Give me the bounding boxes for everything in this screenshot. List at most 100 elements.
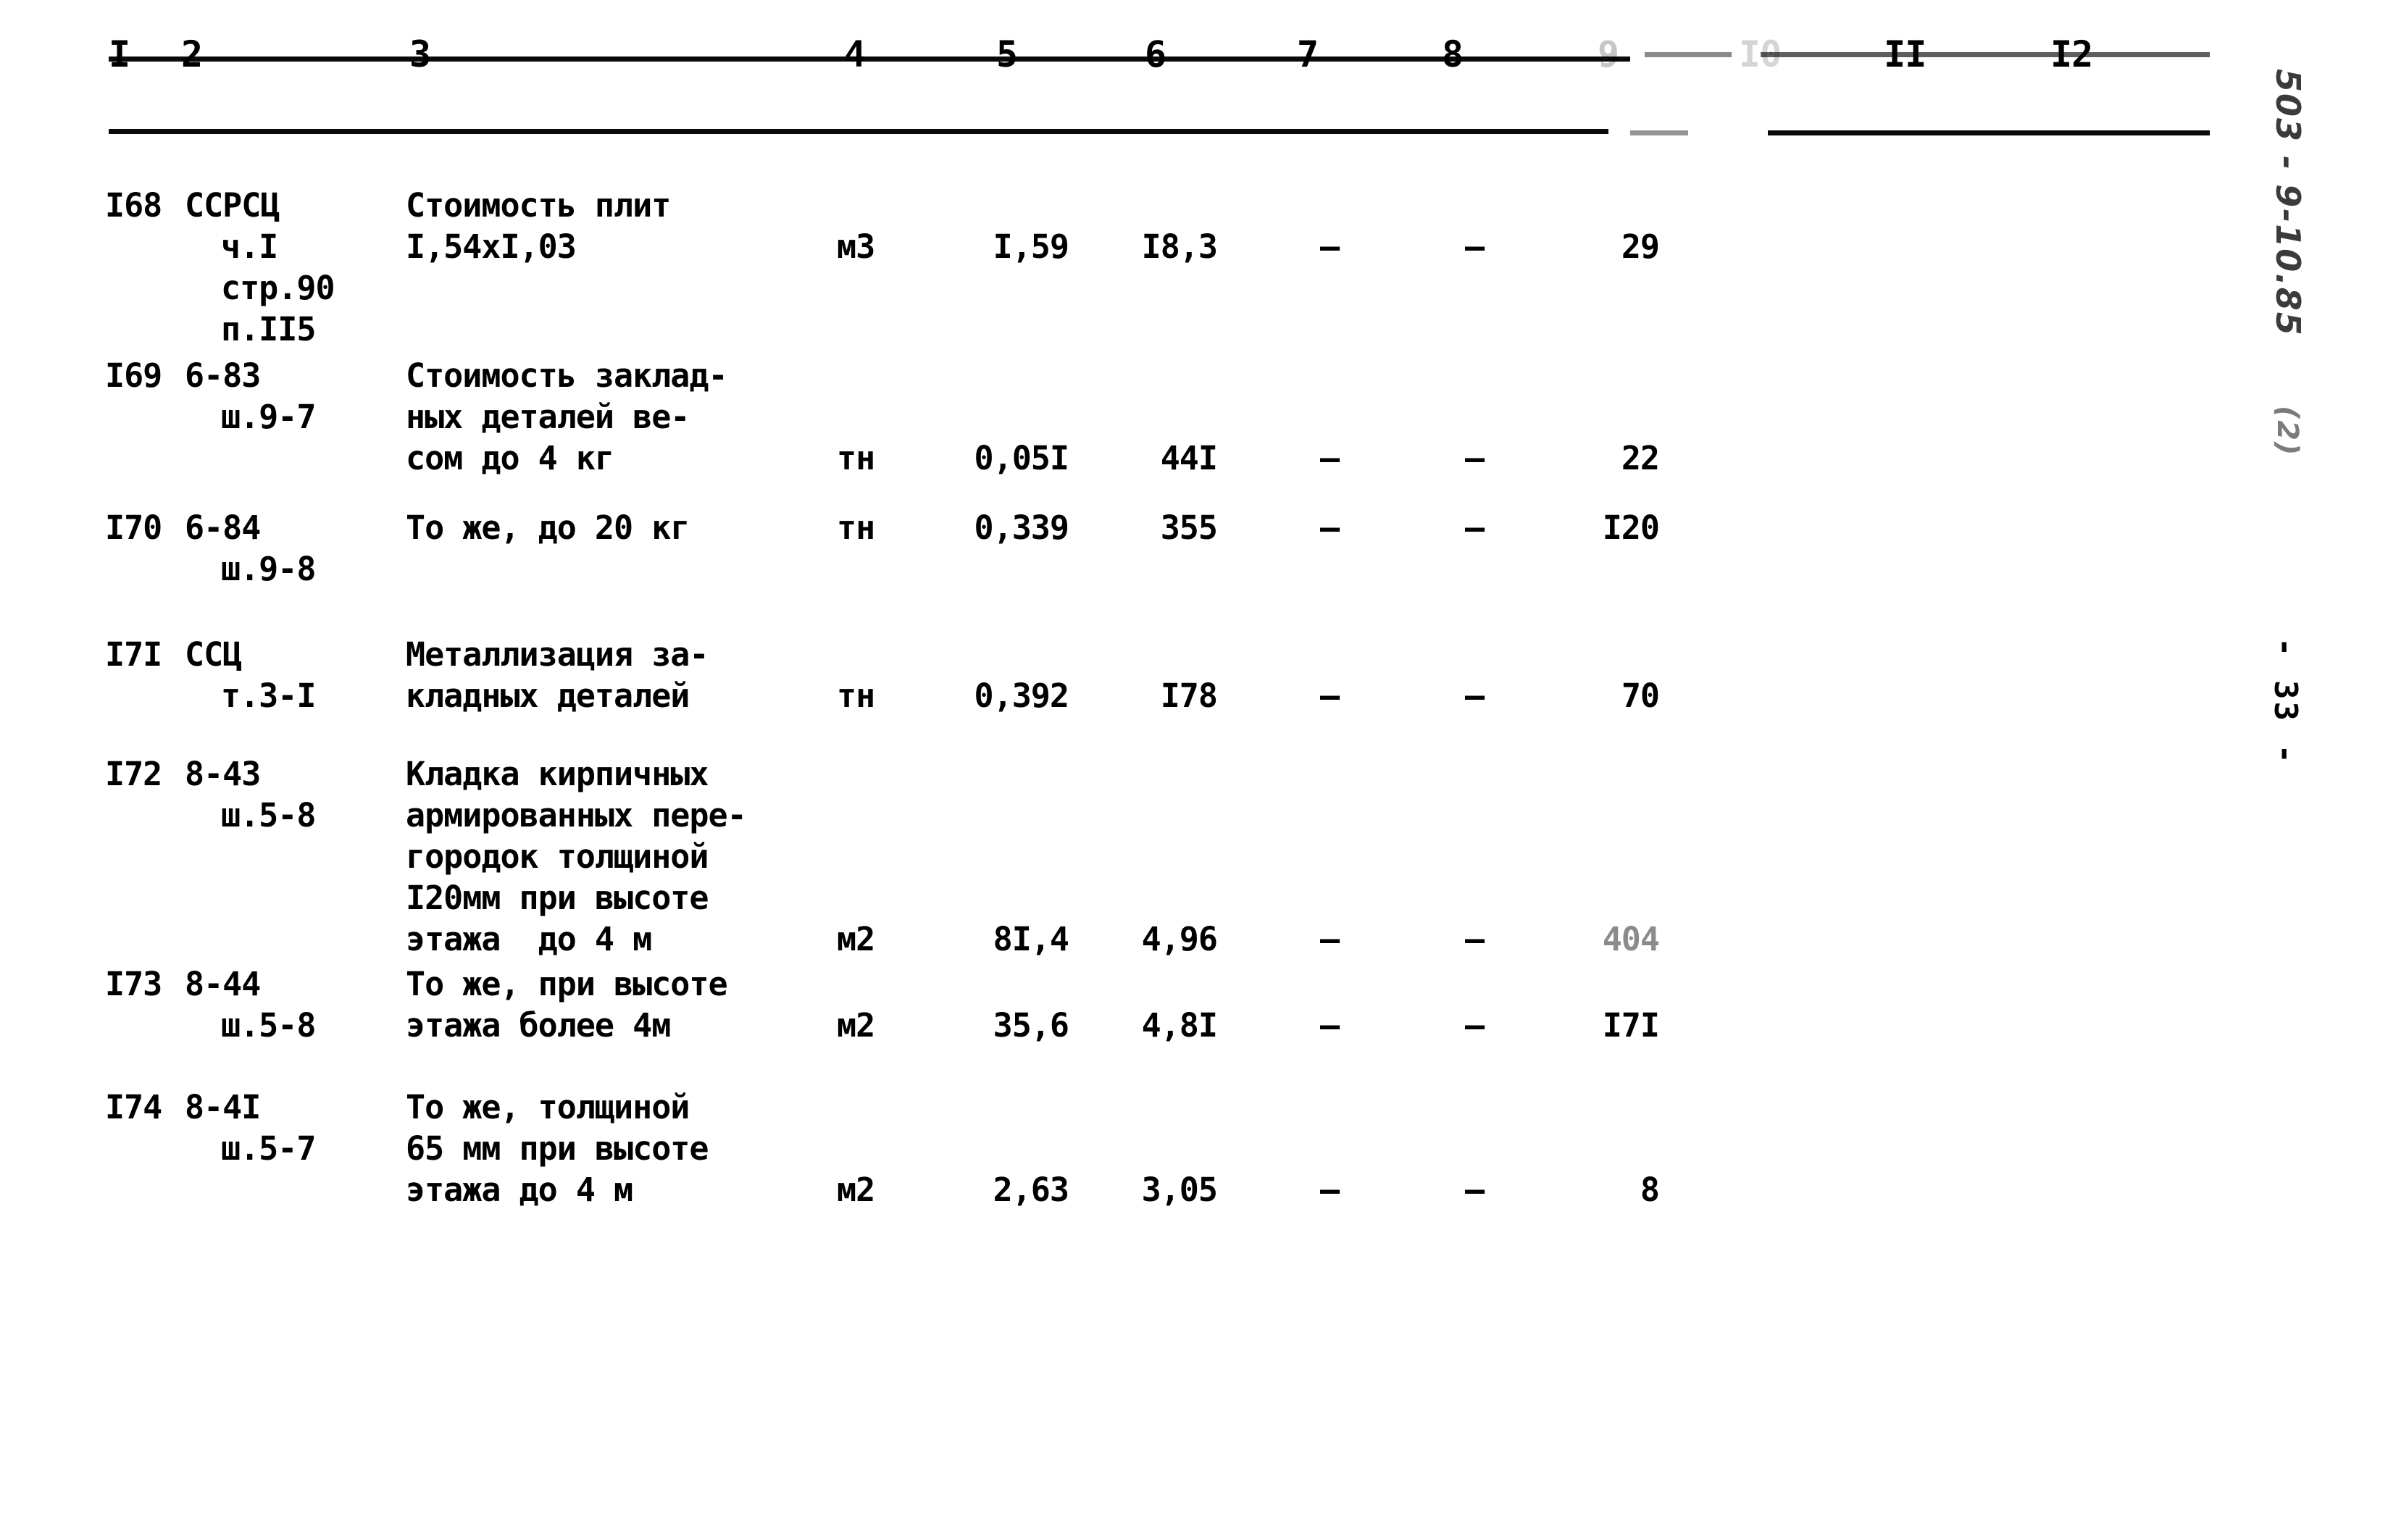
column-header-8: 8 xyxy=(1442,33,1464,75)
row-value-col6: 355 xyxy=(1160,509,1218,547)
row-unit: м2 xyxy=(837,920,875,958)
row-value-col7: – xyxy=(1319,227,1340,266)
row-code-line: 8-43 xyxy=(185,755,261,793)
header-rule-top-continued xyxy=(1761,52,2210,57)
row-description-line: городок толщиной xyxy=(406,837,709,876)
column-header-2: 2 xyxy=(181,33,203,75)
row-item-number: I7I xyxy=(105,635,162,674)
row-value-col9: I7I xyxy=(1602,1006,1660,1045)
row-value-col6: 4,96 xyxy=(1141,920,1218,958)
row-value-col7: – xyxy=(1319,509,1340,547)
row-unit: тн xyxy=(837,677,875,715)
header-rule-top xyxy=(109,57,1630,62)
row-code-line: ш.5-8 xyxy=(221,796,316,834)
row-value-col5: 35,6 xyxy=(993,1006,1069,1045)
row-value-col8: – xyxy=(1464,227,1485,266)
column-header-II: II xyxy=(1884,33,1927,75)
row-item-number: I69 xyxy=(105,356,162,395)
column-header-I2: I2 xyxy=(2050,33,2093,75)
row-code-line: ш.9-7 xyxy=(221,398,316,436)
row-code-line: 6-83 xyxy=(185,356,261,395)
row-value-col7: – xyxy=(1319,1006,1340,1045)
row-value-col5: 8I,4 xyxy=(993,920,1069,958)
row-value-col9: 22 xyxy=(1621,439,1660,477)
row-code-line: ш.5-8 xyxy=(221,1006,316,1045)
row-value-col5: 0,392 xyxy=(974,677,1069,715)
row-code-line: ш.9-8 xyxy=(221,550,316,588)
row-description-line: этажа до 4 м xyxy=(406,1171,633,1209)
row-description-line: I,54хI,03 xyxy=(406,227,577,266)
row-value-col9: 8 xyxy=(1640,1171,1660,1209)
row-description-line: I20мм при высоте xyxy=(406,879,709,917)
row-value-col8: – xyxy=(1464,1171,1485,1209)
margin-document-code-suffix: (2) xyxy=(2271,406,2304,457)
row-value-col9: 404 xyxy=(1602,920,1660,958)
row-value-col6: I8,3 xyxy=(1141,227,1218,266)
row-value-col8: – xyxy=(1464,1006,1485,1045)
row-code-line: 6-84 xyxy=(185,509,261,547)
row-code-line: ССЦ xyxy=(185,635,242,674)
row-value-col5: 0,339 xyxy=(974,509,1069,547)
row-item-number: I72 xyxy=(105,755,162,793)
header-rule-bottom xyxy=(109,129,1608,134)
row-description-line: сом до 4 кг xyxy=(406,439,614,477)
row-value-col7: – xyxy=(1319,1171,1340,1209)
row-description-line: 65 мм при высоте xyxy=(406,1129,709,1168)
row-description-line: Стоимость плит xyxy=(406,186,671,225)
row-code-line: ССРСЦ xyxy=(185,186,280,225)
row-code-line: ч.I xyxy=(221,227,278,266)
row-code-line: п.II5 xyxy=(221,310,316,348)
row-description-line: То же, толщиной xyxy=(406,1088,690,1126)
row-value-col5: 2,63 xyxy=(993,1171,1069,1209)
row-value-col8: – xyxy=(1464,439,1485,477)
row-value-col7: – xyxy=(1319,920,1340,958)
row-description-line: То же, при высоте xyxy=(406,965,728,1003)
column-header-6: 6 xyxy=(1145,33,1166,75)
margin-page-number: - 33 - xyxy=(2267,637,2304,766)
row-value-col9: 70 xyxy=(1621,677,1660,715)
header-rule-bottom-continued xyxy=(1768,130,2210,135)
row-description-line: кладных деталей xyxy=(406,677,690,715)
margin-document-code: 503 - 9-10.85 xyxy=(2268,69,2308,337)
row-code-line: стр.90 xyxy=(221,269,335,307)
document-page: I 2 3 4 5 6 7 8 9 I0 II I2 I68 ССРСЦ ч.I стр.90 п.II5 Ст… xyxy=(0,0,2396,1540)
row-value-col5: 0,05I xyxy=(974,439,1069,477)
row-unit: тн xyxy=(837,439,875,477)
row-value-col9: 29 xyxy=(1621,227,1660,266)
column-header-I0: I0 xyxy=(1739,33,1782,75)
row-description-line: армированных пере- xyxy=(406,796,747,834)
row-item-number: I73 xyxy=(105,965,162,1003)
row-item-number: I74 xyxy=(105,1088,162,1126)
column-header-3: 3 xyxy=(409,33,431,75)
row-item-number: I68 xyxy=(105,186,162,225)
row-unit: м2 xyxy=(837,1006,875,1045)
row-unit: тн xyxy=(837,509,875,547)
header-rule-bottom-faint xyxy=(1630,130,1688,135)
row-description-line: этажа до 4 м xyxy=(406,920,652,958)
row-code-line: т.3-I xyxy=(221,677,316,715)
row-value-col8: – xyxy=(1464,677,1485,715)
row-description-line: ных деталей ве- xyxy=(406,398,690,436)
row-value-col7: – xyxy=(1319,439,1340,477)
row-code-line: 8-4I xyxy=(185,1088,261,1126)
column-header-7: 7 xyxy=(1297,33,1319,75)
row-description-line: Стоимость заклад- xyxy=(406,356,728,395)
row-code-line: ш.5-7 xyxy=(221,1129,316,1168)
row-value-col8: – xyxy=(1464,920,1485,958)
row-value-col7: – xyxy=(1319,677,1340,715)
row-value-col6: 44I xyxy=(1160,439,1218,477)
column-header-9: 9 xyxy=(1598,33,1619,75)
row-value-col6: 3,05 xyxy=(1141,1171,1218,1209)
row-item-number: I70 xyxy=(105,509,162,547)
row-value-col6: I78 xyxy=(1160,677,1218,715)
column-header-5: 5 xyxy=(996,33,1018,75)
row-value-col9: I20 xyxy=(1602,509,1660,547)
row-unit: м3 xyxy=(837,227,875,266)
row-value-col8: – xyxy=(1464,509,1485,547)
column-header-4: 4 xyxy=(844,33,866,75)
row-description-line: То же, до 20 кг xyxy=(406,509,690,547)
row-value-col5: I,59 xyxy=(993,227,1069,266)
header-rule-top-faint-right xyxy=(1645,52,1732,57)
row-code-line: 8-44 xyxy=(185,965,261,1003)
row-description-line: этажа более 4м xyxy=(406,1006,671,1045)
